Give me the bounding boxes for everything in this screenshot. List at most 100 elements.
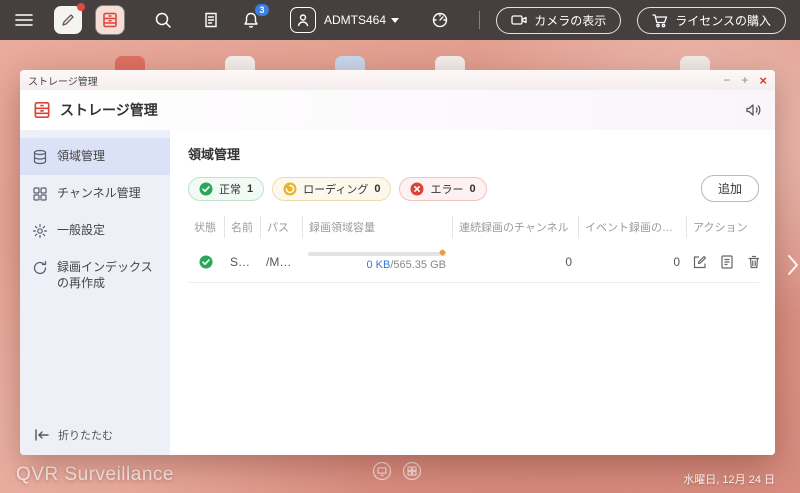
buy-license-button[interactable]: ライセンスの購入 — [637, 7, 786, 34]
show-cameras-button[interactable]: カメラの表示 — [496, 7, 621, 34]
logs-button[interactable] — [202, 11, 220, 29]
header-continuous-channels: 連続録画のチャンネル — [452, 216, 578, 238]
capacity-used: 0 KB — [366, 259, 390, 271]
maximize-button[interactable]: + — [741, 74, 748, 86]
row-capacity-cell: 0 KB/565.35 GB — [302, 249, 452, 274]
details-button[interactable] — [719, 254, 735, 270]
grid-view-button[interactable] — [402, 461, 422, 481]
search-button[interactable] — [154, 11, 172, 29]
user-avatar[interactable] — [290, 7, 316, 33]
sidebar-item-label: チャンネル管理 — [57, 185, 141, 201]
pen-tool-icon — [60, 12, 76, 28]
user-icon — [295, 12, 311, 28]
topbar: 3 ADMTS464 カメラの表示 ライセンス — [0, 0, 800, 40]
header-name: 名前 — [224, 216, 260, 238]
main-menu-button[interactable] — [14, 12, 34, 28]
window-header: ストレージ管理 — [20, 90, 775, 130]
monitor-view-button[interactable] — [372, 461, 392, 481]
topbar-divider — [479, 11, 480, 29]
channels-grid-icon — [32, 186, 48, 202]
edit-button[interactable] — [692, 254, 708, 270]
storage-volume-icon — [32, 149, 48, 165]
monitor-circle-icon — [372, 461, 392, 481]
status-count: 1 — [247, 183, 253, 195]
volumes-table: 状態 名前 パス 録画領域容量 連続録画のチャンネル イベント録画のチャン...… — [188, 216, 759, 283]
sidebar-item-channel-management[interactable]: チャンネル管理 — [20, 175, 170, 212]
desktop-background: 16:46 — [0, 0, 800, 493]
row-event-channels: 0 — [578, 252, 686, 272]
status-count: 0 — [469, 183, 475, 195]
sidebar-item-label: 録画インデックスの再作成 — [57, 259, 158, 291]
window-titlebar[interactable]: ストレージ管理 − + × — [20, 70, 775, 90]
window-title: ストレージ管理 — [60, 100, 158, 120]
collapse-left-icon — [34, 429, 50, 441]
close-button[interactable]: × — [759, 74, 767, 87]
storage-manager-app-chip[interactable] — [96, 6, 124, 34]
buy-license-label: ライセンスの購入 — [675, 12, 771, 29]
capacity-text: 0 KB/565.35 GB — [308, 259, 446, 271]
status-badge-loading: ローディング 0 — [272, 177, 391, 201]
notification-count-badge: 3 — [255, 4, 269, 16]
check-circle-icon — [199, 255, 213, 269]
notification-dot — [77, 3, 85, 11]
user-name: ADMTS464 — [324, 13, 386, 27]
check-circle-icon — [199, 182, 213, 196]
product-brand: QVR Surveillance — [16, 464, 174, 486]
collapse-sidebar-button[interactable]: 折りたたむ — [20, 415, 170, 455]
search-icon — [154, 11, 172, 29]
row-continuous-channels: 0 — [452, 252, 578, 272]
minimize-button[interactable]: − — [723, 74, 730, 86]
status-badge-normal: 正常 1 — [188, 177, 264, 201]
announcement-button[interactable] — [745, 102, 763, 118]
table-header-row: 状態 名前 パス 録画領域容量 連続録画のチャンネル イベント録画のチャン...… — [188, 216, 759, 238]
header-path: パス — [260, 216, 302, 238]
window-titlebar-title: ストレージ管理 — [28, 73, 98, 88]
open-app-chip[interactable] — [54, 6, 82, 34]
status-label: エラー — [430, 181, 463, 197]
dashboard-button[interactable] — [431, 11, 449, 29]
user-menu[interactable]: ADMTS464 — [324, 13, 399, 27]
refresh-icon — [32, 260, 48, 276]
row-path: /Mul... — [260, 252, 302, 272]
page-title: 領域管理 — [188, 144, 759, 163]
chevron-down-icon — [391, 18, 399, 23]
logs-icon — [202, 11, 220, 29]
capacity-threshold-marker — [439, 249, 446, 256]
status-summary-row: 正常 1 ローディング 0 エラー — [188, 175, 759, 202]
delete-button[interactable] — [746, 254, 759, 270]
gauge-icon — [431, 11, 449, 29]
notifications-button[interactable]: 3 — [242, 11, 260, 29]
row-status-cell — [188, 252, 224, 272]
row-name: Spa... — [224, 252, 260, 272]
sidebar-item-label: 領域管理 — [57, 148, 105, 164]
capacity-progress-bar — [308, 252, 446, 256]
error-circle-icon — [410, 182, 424, 196]
show-cameras-label: カメラの表示 — [534, 12, 606, 29]
gear-icon — [32, 223, 48, 239]
row-actions-cell — [686, 251, 759, 273]
collapse-label: 折りたたむ — [58, 427, 113, 443]
volume-management-panel: 領域管理 正常 1 ローディング 0 — [170, 130, 775, 455]
chevron-right-icon — [786, 252, 800, 278]
desktop-dock — [372, 461, 422, 481]
header-actions: アクション — [686, 216, 759, 238]
table-row[interactable]: Spa... /Mul... 0 KB/565.35 GB 0 — [188, 242, 759, 283]
sidebar: 領域管理 チャンネル管理 一般設定 — [20, 130, 170, 455]
megaphone-icon — [745, 102, 763, 118]
report-icon — [719, 254, 735, 270]
sidebar-item-volume-management[interactable]: 領域管理 — [20, 138, 170, 175]
header-status: 状態 — [188, 216, 224, 238]
storage-manager-window: ストレージ管理 − + × ストレージ管理 — [20, 70, 775, 455]
storage-cabinet-icon — [101, 11, 119, 29]
add-volume-button[interactable]: 追加 — [701, 175, 759, 202]
sidebar-item-general-settings[interactable]: 一般設定 — [20, 212, 170, 249]
sidebar-item-rebuild-index[interactable]: 録画インデックスの再作成 — [20, 249, 170, 301]
desktop-date: 水曜日, 12月 24 日 — [683, 471, 775, 487]
trash-icon — [746, 254, 759, 270]
side-panel-toggle[interactable] — [786, 252, 800, 278]
header-capacity: 録画領域容量 — [302, 216, 452, 238]
grid-circle-icon — [402, 461, 422, 481]
status-badge-error: エラー 0 — [399, 177, 486, 201]
hamburger-icon — [14, 12, 34, 28]
status-count: 0 — [374, 183, 380, 195]
